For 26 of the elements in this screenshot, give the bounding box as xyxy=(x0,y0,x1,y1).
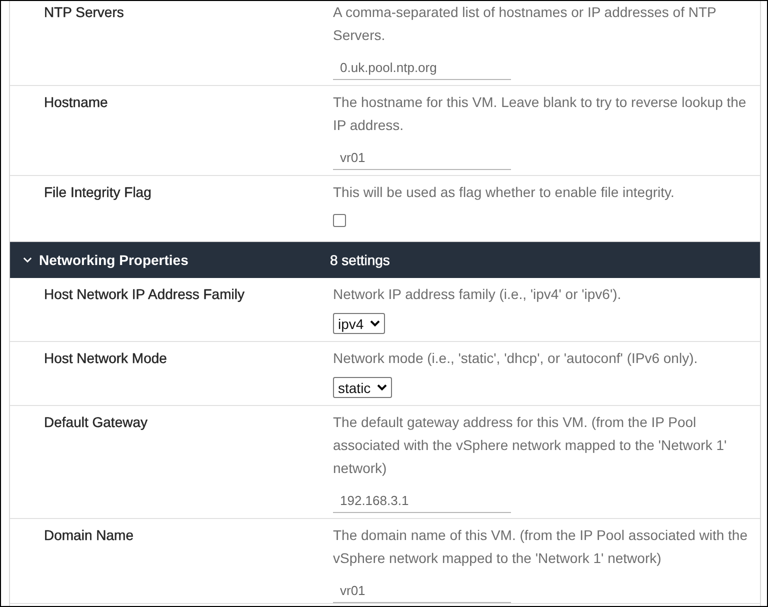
property-description: Network mode (i.e., 'static', 'dhcp', or 'autoconf' (IPv6 only). xyxy=(333,349,698,368)
property-label: File Integrity Flag xyxy=(43,183,152,202)
property-label: Host Network Mode xyxy=(43,349,168,368)
property-label: NTP Servers xyxy=(43,3,125,22)
property-description: The hostname for this VM. Leave blank to try to reverse lookup the IP address. xyxy=(333,93,748,135)
section-title: Networking Properties xyxy=(39,252,188,268)
checkbox[interactable] xyxy=(333,214,346,227)
text-field[interactable]: 0.uk.pool.ntp.org xyxy=(333,57,511,80)
dropdown[interactable]: static xyxy=(333,377,392,398)
property-label: Host Network IP Address Family xyxy=(43,285,246,304)
settings-count: 8 settings xyxy=(330,252,391,268)
property-description: A comma-separated list of hostnames or IP addresses of NTP Servers. xyxy=(333,3,718,45)
caret-icon xyxy=(376,384,387,391)
property-label: Default Gateway xyxy=(43,413,148,432)
property-description: This will be used as flag whether to enable file integrity. xyxy=(333,183,674,202)
text-field[interactable]: 192.168.3.1 xyxy=(333,490,511,513)
property-description: Network IP address family (i.e., 'ipv4' or 'ipv6'). xyxy=(333,285,622,304)
property-description: The domain name of this VM. (from the IP Pool associated with the vSphere network mapped to the 'Network 1' network) xyxy=(333,526,748,568)
dropdown[interactable]: ipv4 xyxy=(333,313,385,334)
property-label: Domain Name xyxy=(43,526,134,545)
property-label: Hostname xyxy=(43,93,109,112)
text-field[interactable]: vr01 xyxy=(333,147,511,170)
text-field[interactable]: vr01 xyxy=(333,580,511,603)
caret-icon xyxy=(370,320,380,327)
section-header[interactable]: Networking Properties 8 settings xyxy=(10,242,760,278)
property-description: The default gateway address for this VM. (from the IP Pool associated with the vSphere network mapped to the 'Network 1' network) xyxy=(333,413,728,478)
